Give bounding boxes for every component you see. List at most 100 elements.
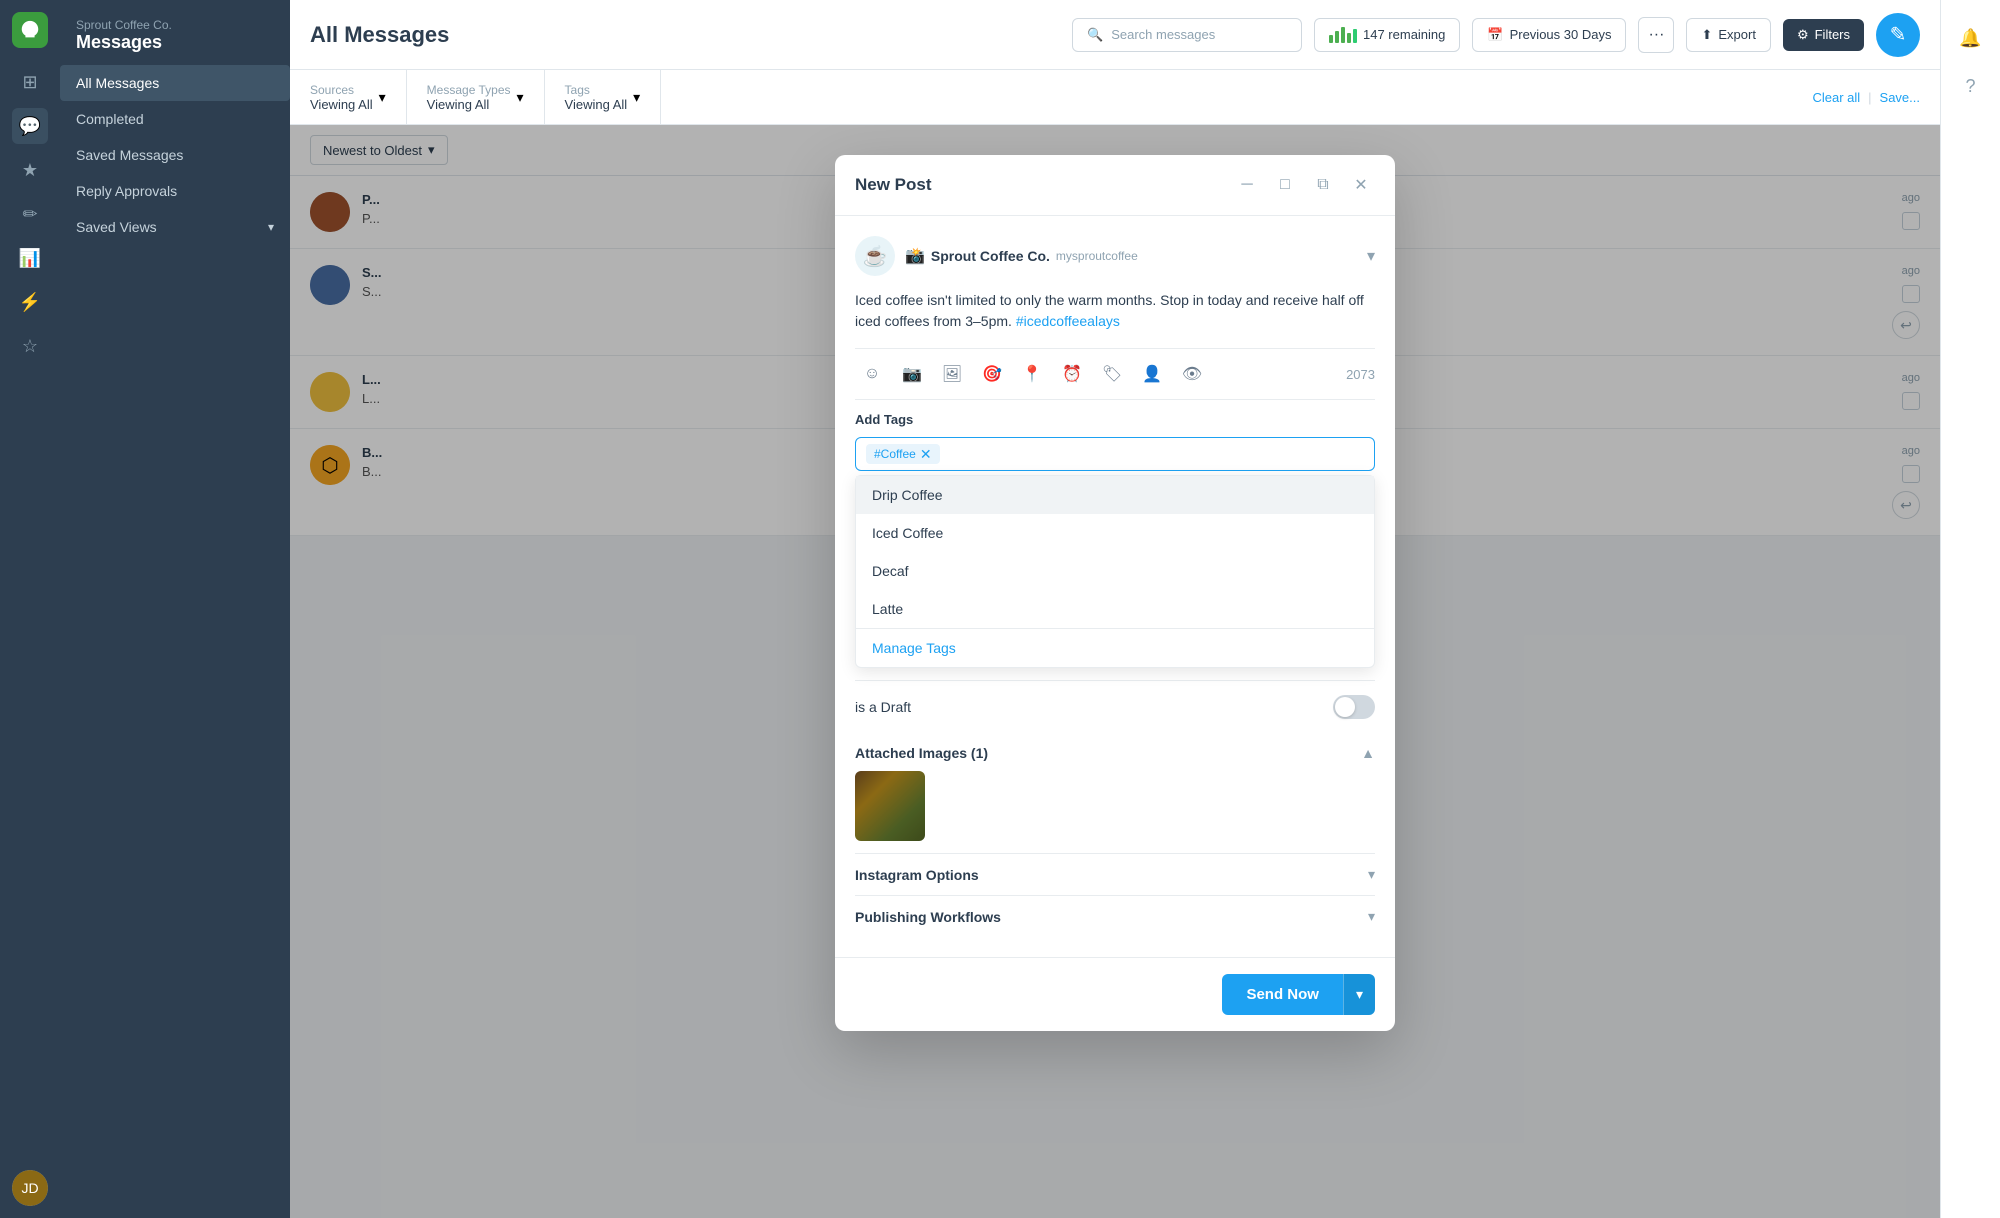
filters-button[interactable]: ⚙ Filters	[1783, 19, 1864, 51]
saved-views-chevron: ▾	[268, 220, 274, 234]
filter-bar: Sources Viewing All ▾ Message Types View…	[290, 70, 1940, 125]
export-label: Export	[1718, 27, 1756, 42]
section-header: Attached Images (1) ▲	[855, 745, 1375, 761]
tag-option-decaf[interactable]: Decaf	[856, 552, 1374, 590]
draft-toggle[interactable]	[1333, 695, 1375, 719]
tag-option-iced-coffee[interactable]: Iced Coffee	[856, 514, 1374, 552]
modal-overlay: New Post ─ □ ⧉ ✕ ☕ 📸	[290, 125, 1940, 1218]
compose-button[interactable]: ✎	[1876, 13, 1920, 57]
instagram-options-header[interactable]: Instagram Options ▾	[855, 866, 1375, 883]
post-hashtag[interactable]: #icedcoffeealays	[1016, 313, 1120, 329]
help-icon[interactable]: ?	[1953, 68, 1989, 104]
tag-option-drip-coffee[interactable]: Drip Coffee	[856, 476, 1374, 514]
alarm-button[interactable]: ⏰	[1055, 357, 1089, 391]
image-thumbnail[interactable]	[855, 771, 925, 841]
sidebar-item-completed[interactable]: Completed	[60, 101, 290, 137]
sources-filter[interactable]: Sources Viewing All ▾	[310, 70, 407, 124]
post-text-area[interactable]: Iced coffee isn't limited to only the wa…	[855, 290, 1375, 332]
publishing-workflows-title: Publishing Workflows	[855, 909, 1001, 925]
export-icon: ⬆	[1701, 27, 1712, 43]
modal-header: New Post ─ □ ⧉ ✕	[835, 155, 1395, 216]
sidebar-section-title: Messages	[76, 32, 274, 53]
instagram-options-chevron[interactable]: ▾	[1368, 866, 1375, 883]
export-button[interactable]: ⬆ Export	[1686, 18, 1770, 52]
close-button[interactable]: ✕	[1347, 171, 1375, 199]
current-tag-chip: #Coffee ✕	[866, 444, 940, 464]
post-account-avatar: ☕	[855, 236, 895, 276]
eye-button[interactable]: 👁	[1175, 357, 1209, 391]
nav-icon-analytics[interactable]: 📊	[12, 240, 48, 276]
right-panel: 🔔 ?	[1940, 0, 2000, 1218]
filters-label: Filters	[1815, 27, 1850, 42]
nav-icon-home[interactable]: ⊞	[12, 64, 48, 100]
location-button[interactable]: 🎯	[975, 357, 1009, 391]
attached-images-chevron[interactable]: ▲	[1361, 745, 1375, 761]
nav-icon-star[interactable]: ☆	[12, 328, 48, 364]
clear-all-button[interactable]: Clear all	[1812, 90, 1860, 105]
location-pin-button[interactable]: 📍	[1015, 357, 1049, 391]
nav-icon-automation[interactable]: ⚡	[12, 284, 48, 320]
gallery-button[interactable]: 🖼	[935, 357, 969, 391]
filter-actions: Clear all | Save...	[1812, 90, 1920, 105]
minimize-button[interactable]: ─	[1233, 171, 1261, 199]
modal-footer: Send Now ▾	[835, 957, 1395, 1031]
app-logo[interactable]	[12, 12, 48, 48]
more-icon: ···	[1648, 26, 1664, 44]
more-options-button[interactable]: ···	[1638, 17, 1674, 53]
message-types-filter[interactable]: Message Types Viewing All ▾	[427, 70, 545, 124]
nav-icon-compose[interactable]: ✏	[12, 196, 48, 232]
nav-icon-messages[interactable]: 💬	[12, 108, 48, 144]
tag-chip-remove-button[interactable]: ✕	[920, 447, 932, 461]
person-button[interactable]: 👤	[1135, 357, 1169, 391]
compose-icon: ✎	[1890, 22, 1907, 47]
remaining-badge[interactable]: 147 remaining	[1314, 18, 1460, 52]
sidebar-item-saved-views[interactable]: Saved Views ▾	[60, 209, 290, 245]
tags-filter[interactable]: Tags Viewing All ▾	[565, 70, 662, 124]
publishing-workflows-section: Publishing Workflows ▾	[855, 896, 1375, 937]
send-now-button[interactable]: Send Now	[1222, 974, 1343, 1015]
top-bar: All Messages 🔍 Search messages 147 remai…	[290, 0, 1940, 70]
left-nav: ⊞ 💬 ★ ✏ 📊 ⚡ ☆ JD	[0, 0, 60, 1218]
post-toolbar: ☺ 📷 🖼 🎯 📍 ⏰ 🏷 👤 👁 2073	[855, 348, 1375, 400]
send-now-dropdown-button[interactable]: ▾	[1343, 974, 1375, 1015]
sidebar-item-saved-messages[interactable]: Saved Messages	[60, 137, 290, 173]
modal-controls: ─ □ ⧉ ✕	[1233, 171, 1375, 199]
char-count: 2073	[1346, 367, 1375, 382]
modal-title: New Post	[855, 175, 932, 195]
search-icon: 🔍	[1087, 27, 1103, 43]
user-avatar[interactable]: JD	[12, 1170, 48, 1206]
manage-tags-link[interactable]: Manage Tags	[856, 628, 1374, 667]
maximize-button[interactable]: □	[1271, 171, 1299, 199]
date-range-button[interactable]: 📅 Previous 30 Days	[1472, 18, 1626, 52]
toggle-thumb	[1335, 697, 1355, 717]
save-filter-button[interactable]: Save...	[1880, 90, 1920, 105]
tag-option-latte[interactable]: Latte	[856, 590, 1374, 628]
sidebar-item-all-messages[interactable]: All Messages	[60, 65, 290, 101]
remaining-count: 147 remaining	[1363, 27, 1445, 42]
attached-images-section: Attached Images (1) ▲	[855, 733, 1375, 854]
nav-icon-tasks[interactable]: ★	[12, 152, 48, 188]
publishing-workflows-header[interactable]: Publishing Workflows ▾	[855, 908, 1375, 925]
sidebar-item-reply-approvals[interactable]: Reply Approvals	[60, 173, 290, 209]
modal-body: ☕ 📸 Sprout Coffee Co. mysproutcoffee ▾	[835, 216, 1395, 957]
sources-value: Viewing All	[310, 97, 373, 112]
tag-button[interactable]: 🏷	[1095, 357, 1129, 391]
account-expand-chevron[interactable]: ▾	[1367, 246, 1375, 266]
emoji-button[interactable]: ☺	[855, 357, 889, 391]
tags-label: Tags	[565, 83, 628, 97]
restore-button[interactable]: ⧉	[1309, 171, 1337, 199]
search-box[interactable]: 🔍 Search messages	[1072, 18, 1302, 52]
photo-button[interactable]: 📷	[895, 357, 929, 391]
publishing-workflows-chevron[interactable]: ▾	[1368, 908, 1375, 925]
main-content: All Messages 🔍 Search messages 147 remai…	[290, 0, 1940, 1218]
instagram-icon: 📸	[905, 246, 925, 266]
page-title: All Messages	[310, 22, 1060, 48]
message-types-value: Viewing All	[427, 97, 511, 112]
account-selector[interactable]: ☕ 📸 Sprout Coffee Co. mysproutcoffee ▾	[855, 236, 1375, 290]
notifications-icon[interactable]: 🔔	[1953, 20, 1989, 56]
filters-icon: ⚙	[1797, 27, 1809, 43]
tags-section: Add Tags #Coffee ✕ Drip Coffee	[855, 400, 1375, 681]
tag-input[interactable]: #Coffee ✕	[855, 437, 1375, 471]
instagram-options-section: Instagram Options ▾	[855, 854, 1375, 896]
message-types-label: Message Types	[427, 83, 511, 97]
